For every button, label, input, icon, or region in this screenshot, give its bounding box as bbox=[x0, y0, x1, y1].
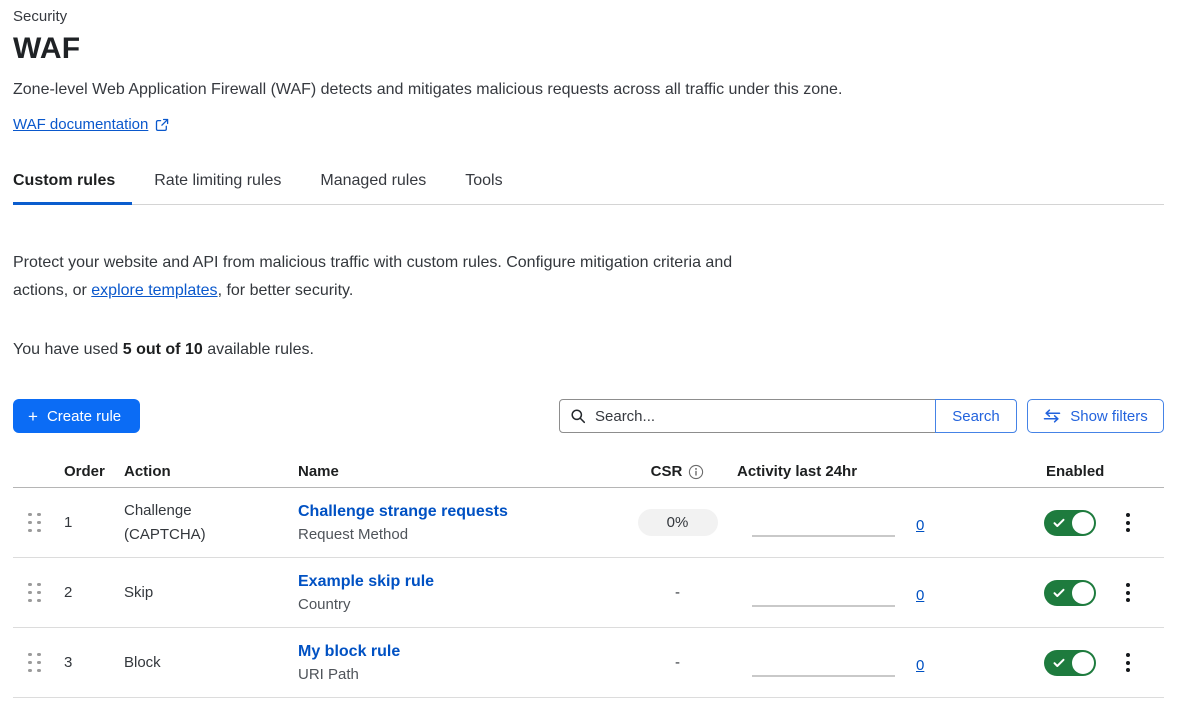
external-link-icon bbox=[155, 118, 169, 132]
rule-order: 1 bbox=[56, 514, 111, 531]
rule-name-link[interactable]: Challenge strange requests bbox=[298, 503, 630, 521]
enabled-cell bbox=[1030, 579, 1164, 606]
doc-link-row: WAF documentation bbox=[13, 116, 1164, 133]
column-header-action: Action bbox=[111, 463, 285, 480]
breadcrumb: Security bbox=[13, 8, 1164, 25]
csr-value: - bbox=[675, 584, 680, 601]
tab-rate-limiting-rules[interactable]: Rate limiting rules bbox=[154, 172, 281, 204]
rule-name-link[interactable]: My block rule bbox=[298, 643, 630, 661]
rule-name-cell: My block rule URI Path bbox=[285, 643, 630, 683]
usage-prefix: You have used bbox=[13, 341, 123, 358]
rule-name-cell: Example skip rule Country bbox=[285, 573, 630, 613]
kebab-menu-icon[interactable] bbox=[1120, 579, 1136, 606]
activity-sparkline bbox=[752, 535, 895, 537]
kebab-menu-icon[interactable] bbox=[1120, 509, 1136, 536]
column-header-csr: CSR bbox=[630, 463, 725, 480]
rule-name-cell: Challenge strange requests Request Metho… bbox=[285, 503, 630, 543]
column-header-enabled: Enabled bbox=[1030, 463, 1164, 480]
rule-field: Country bbox=[298, 596, 351, 613]
rules-toolbar: + Create rule Search bbox=[13, 399, 1164, 433]
table-header-row: Order Action Name CSR Activity last 24hr… bbox=[13, 456, 1164, 488]
check-icon bbox=[1053, 518, 1065, 528]
column-header-activity: Activity last 24hr bbox=[725, 463, 1030, 480]
activity-count-link[interactable]: 0 bbox=[916, 657, 924, 674]
enabled-cell bbox=[1030, 649, 1164, 676]
csr-badge: 0% bbox=[638, 509, 718, 536]
tab-managed-rules[interactable]: Managed rules bbox=[320, 172, 426, 204]
custom-rules-table: Order Action Name CSR Activity last 24hr… bbox=[13, 456, 1164, 698]
tab-tools[interactable]: Tools bbox=[465, 172, 502, 204]
rule-order: 3 bbox=[56, 654, 111, 671]
rules-usage-text: You have used 5 out of 10 available rule… bbox=[13, 341, 1164, 359]
activity-cell: 0 bbox=[725, 654, 1030, 671]
table-row: 2 Skip Example skip rule Country - 0 bbox=[13, 558, 1164, 628]
check-icon bbox=[1053, 588, 1065, 598]
explore-templates-link[interactable]: explore templates bbox=[91, 282, 217, 299]
csr-value: - bbox=[675, 654, 680, 671]
usage-count: 5 out of 10 bbox=[123, 341, 203, 358]
check-icon bbox=[1053, 658, 1065, 668]
rule-name-link[interactable]: Example skip rule bbox=[298, 573, 630, 591]
enabled-toggle[interactable] bbox=[1044, 510, 1096, 536]
page-description: Zone-level Web Application Firewall (WAF… bbox=[13, 81, 1164, 99]
tab-custom-rules[interactable]: Custom rules bbox=[13, 172, 115, 204]
activity-cell: 0 bbox=[725, 584, 1030, 601]
page-title: WAF bbox=[13, 32, 1164, 66]
table-row: 3 Block My block rule URI Path - 0 bbox=[13, 628, 1164, 698]
activity-sparkline bbox=[752, 675, 895, 677]
plus-icon: + bbox=[28, 408, 38, 425]
search-input[interactable] bbox=[595, 408, 925, 425]
column-header-order: Order bbox=[56, 463, 111, 480]
waf-documentation-link[interactable]: WAF documentation bbox=[13, 116, 148, 133]
usage-suffix: available rules. bbox=[203, 341, 314, 358]
show-filters-button[interactable]: Show filters bbox=[1027, 399, 1164, 433]
rule-field: Request Method bbox=[298, 526, 408, 543]
drag-handle-dots-icon bbox=[28, 653, 41, 673]
enabled-toggle[interactable] bbox=[1044, 580, 1096, 606]
intro-text-after: , for better security. bbox=[218, 282, 354, 299]
waf-page: Security WAF Zone-level Web Application … bbox=[0, 0, 1177, 698]
search-button[interactable]: Search bbox=[935, 399, 1017, 433]
csr-cell: - bbox=[630, 584, 725, 601]
rule-order: 2 bbox=[56, 584, 111, 601]
activity-count-link[interactable]: 0 bbox=[916, 587, 924, 604]
kebab-menu-icon[interactable] bbox=[1120, 649, 1136, 676]
toggle-knob bbox=[1072, 512, 1094, 534]
toggle-knob bbox=[1072, 582, 1094, 604]
create-rule-label: Create rule bbox=[47, 408, 121, 425]
drag-handle[interactable] bbox=[13, 513, 56, 533]
search-box bbox=[559, 399, 936, 433]
column-header-name: Name bbox=[285, 463, 630, 480]
activity-sparkline bbox=[752, 605, 895, 607]
csr-header-label: CSR bbox=[651, 463, 683, 480]
rule-action: Challenge (CAPTCHA) bbox=[111, 499, 285, 547]
rule-action: Skip bbox=[111, 581, 285, 605]
activity-cell: 0 bbox=[725, 514, 1030, 531]
tab-bar: Custom rules Rate limiting rules Managed… bbox=[13, 160, 1164, 205]
drag-handle-dots-icon bbox=[28, 583, 41, 603]
drag-handle[interactable] bbox=[13, 653, 56, 673]
rule-field: URI Path bbox=[298, 666, 359, 683]
show-filters-label: Show filters bbox=[1070, 408, 1148, 425]
rule-action: Block bbox=[111, 651, 285, 675]
toggle-knob bbox=[1072, 652, 1094, 674]
csr-cell: 0% bbox=[630, 509, 725, 536]
search-icon bbox=[570, 408, 586, 424]
search-group: Search bbox=[559, 399, 1017, 433]
enabled-toggle[interactable] bbox=[1044, 650, 1096, 676]
create-rule-button[interactable]: + Create rule bbox=[13, 399, 140, 433]
enabled-cell bbox=[1030, 509, 1164, 536]
csr-cell: - bbox=[630, 654, 725, 671]
custom-rules-intro: Protect your website and API from malici… bbox=[13, 249, 758, 305]
info-icon[interactable] bbox=[688, 464, 704, 480]
table-row: 1 Challenge (CAPTCHA) Challenge strange … bbox=[13, 488, 1164, 558]
drag-handle[interactable] bbox=[13, 583, 56, 603]
activity-count-link[interactable]: 0 bbox=[916, 517, 924, 534]
drag-handle-dots-icon bbox=[28, 513, 41, 533]
toolbar-right: Search Show filters bbox=[559, 399, 1164, 433]
swap-arrows-icon bbox=[1043, 409, 1061, 423]
